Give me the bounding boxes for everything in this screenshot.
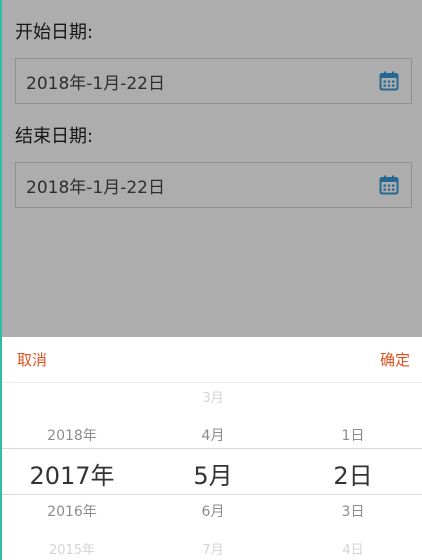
modal-overlay[interactable] <box>2 0 422 337</box>
year-option[interactable]: 2018年 <box>2 425 142 445</box>
month-option[interactable]: 4月 <box>143 425 283 445</box>
month-option-selected[interactable]: 5月 <box>143 456 283 491</box>
month-option: 3月 <box>202 391 224 406</box>
date-picker-sheet: 取消 确定 2018年 2017年 2016年 2015年 3月 4月 5月 6… <box>2 337 422 560</box>
year-wheel[interactable]: 2018年 2017年 2016年 2015年 <box>2 383 142 560</box>
day-option[interactable]: 3日 <box>283 501 422 521</box>
day-option[interactable]: 1日 <box>283 425 422 445</box>
cancel-button[interactable]: 取消 <box>17 349 47 370</box>
year-option: 2015年 <box>48 543 96 558</box>
month-option: 7月 <box>202 543 224 558</box>
confirm-button[interactable]: 确定 <box>380 349 410 370</box>
day-option: 4日 <box>342 543 364 558</box>
day-option-selected[interactable]: 2日 <box>283 456 422 491</box>
screen: 开始日期: 2018年-1月-22日 结束日期: 2018年-1月-22日 取消… <box>0 0 422 560</box>
day-wheel[interactable]: 1日 2日 3日 4日 <box>283 383 422 560</box>
picker-toolbar: 取消 确定 <box>2 337 422 383</box>
year-option[interactable]: 2016年 <box>2 501 142 521</box>
month-option[interactable]: 6月 <box>143 501 283 521</box>
year-option-selected[interactable]: 2017年 <box>2 456 142 491</box>
month-wheel[interactable]: 3月 4月 5月 6月 7月 <box>143 383 283 560</box>
